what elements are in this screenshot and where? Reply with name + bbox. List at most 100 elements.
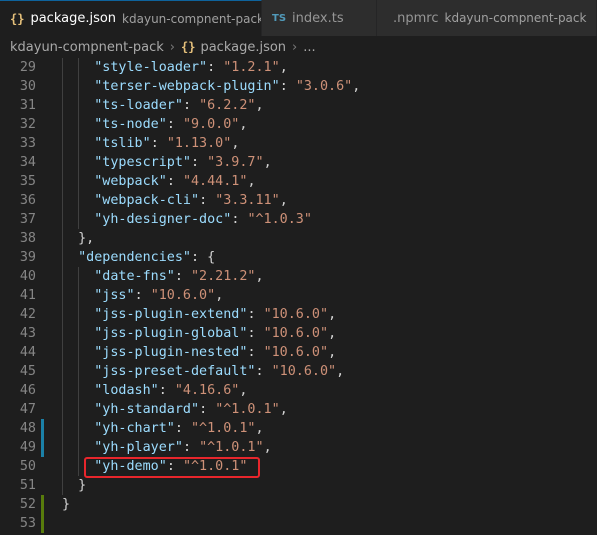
code-line[interactable]: 37 "yh-designer-doc": "^1.0.3" <box>0 210 597 229</box>
tab-npmrc[interactable]: .npmrc kdayun-compnent-pack <box>377 0 597 36</box>
code-text: "yh-standard": "^1.0.1", <box>94 402 288 417</box>
editor-tab-bar: {} package.json kdayun-compnent-pack ✕ T… <box>0 0 597 36</box>
json-punctuation: } <box>62 497 71 512</box>
code-line[interactable]: 30 "terser-webpack-plugin": "3.0.6", <box>0 77 597 96</box>
tab-label: package.json <box>30 11 117 26</box>
breadcrumb-more[interactable]: ... <box>303 40 315 55</box>
code-text: "ts-loader": "6.2.2", <box>94 98 264 113</box>
breadcrumb: kdayun-compnent-pack › {} package.json ›… <box>0 36 597 58</box>
json-value: "10.6.0" <box>150 288 216 303</box>
code-line[interactable]: 33 "tslib": "1.13.0", <box>0 134 597 153</box>
line-number: 34 <box>19 155 36 170</box>
json-punctuation: , <box>215 288 224 303</box>
tab-index-ts[interactable]: TS index.ts <box>262 0 377 36</box>
json-value: "4.16.6" <box>174 383 240 398</box>
line-number: 37 <box>19 212 36 227</box>
code-line[interactable]: 46 "lodash": "4.16.6", <box>0 381 597 400</box>
line-number: 31 <box>19 98 36 113</box>
json-value: "6.2.2" <box>199 98 256 113</box>
json-key: "ts-loader" <box>94 98 183 113</box>
tab-description: kdayun-compnent-pack <box>122 11 262 26</box>
json-punctuation: , <box>255 269 264 284</box>
code-line[interactable]: 51 } <box>0 476 597 495</box>
line-number: 38 <box>19 231 36 246</box>
json-value: "1.2.1" <box>223 60 280 75</box>
json-key: "jss-plugin-nested" <box>94 345 248 360</box>
line-number: 46 <box>19 383 36 398</box>
tab-label: index.ts <box>292 10 344 26</box>
breadcrumb-folder[interactable]: kdayun-compnent-pack <box>10 40 164 55</box>
line-number: 35 <box>19 174 36 189</box>
code-text: "jss-plugin-global": "10.6.0", <box>94 326 337 341</box>
json-punctuation: , <box>352 79 361 94</box>
json-value: "1.13.0" <box>166 136 232 151</box>
gutter-modified-marker[interactable] <box>41 438 44 457</box>
code-line[interactable]: 43 "jss-plugin-global": "10.6.0", <box>0 324 597 343</box>
json-key: "lodash" <box>94 383 159 398</box>
code-line[interactable]: 40 "date-fns": "2.21.2", <box>0 267 597 286</box>
code-line[interactable]: 39 "dependencies": { <box>0 248 597 267</box>
code-line[interactable]: 42 "jss-plugin-extend": "10.6.0", <box>0 305 597 324</box>
code-text: "lodash": "4.16.6", <box>94 383 248 398</box>
code-line[interactable]: 34 "typescript": "3.9.7", <box>0 153 597 172</box>
json-key: "webpack" <box>94 174 167 189</box>
gutter-added-marker[interactable] <box>41 514 44 533</box>
code-line[interactable]: 49 "yh-player": "^1.0.1", <box>0 438 597 457</box>
json-punctuation: }, <box>78 231 95 246</box>
code-text: "webpack-cli": "3.3.11", <box>94 193 288 208</box>
code-line[interactable]: 29 "style-loader": "1.2.1", <box>0 58 597 77</box>
json-punctuation: , <box>279 60 288 75</box>
json-key: "yh-designer-doc" <box>94 212 232 227</box>
json-punctuation: , <box>336 364 345 379</box>
code-editor[interactable]: 29 "style-loader": "1.2.1", 30 "terser-we… <box>0 58 597 535</box>
line-number: 32 <box>19 117 36 132</box>
json-punctuation: , <box>239 117 248 132</box>
code-line[interactable]: 45 "jss-preset-default": "10.6.0", <box>0 362 597 381</box>
tab-package-json[interactable]: {} package.json kdayun-compnent-pack ✕ <box>0 0 262 36</box>
json-value: "4.44.1" <box>182 174 248 189</box>
json-punctuation: , <box>279 193 288 208</box>
line-number: 40 <box>19 269 36 284</box>
line-number: 51 <box>19 478 36 493</box>
code-line[interactable]: 47 "yh-standard": "^1.0.1", <box>0 400 597 419</box>
code-text: "jss-preset-default": "10.6.0", <box>94 364 345 379</box>
code-text: "webpack": "4.44.1", <box>94 174 256 189</box>
code-line[interactable]: 53 <box>0 514 597 533</box>
gutter-added-marker[interactable] <box>41 495 44 514</box>
line-number: 30 <box>19 79 36 94</box>
json-key: "typescript" <box>94 155 191 170</box>
code-line[interactable]: 32 "ts-node": "9.0.0", <box>0 115 597 134</box>
json-value: "^1.0.3" <box>247 212 312 227</box>
code-line[interactable]: 48 "yh-chart": "^1.0.1", <box>0 419 597 438</box>
json-value: "3.0.6" <box>295 79 353 94</box>
code-line[interactable]: 35 "webpack": "4.44.1", <box>0 172 597 191</box>
gutter-modified-marker[interactable] <box>41 419 44 438</box>
code-text: "tslib": "1.13.0", <box>94 136 240 151</box>
json-value: "9.0.0" <box>182 117 240 132</box>
json-key: "webpack-cli" <box>94 193 200 208</box>
code-line[interactable]: 50 "yh-demo": "^1.0.1" <box>0 457 597 476</box>
line-number: 43 <box>19 326 36 341</box>
json-punctuation: , <box>328 307 337 322</box>
line-number: 49 <box>19 440 36 455</box>
json-punctuation: , <box>255 98 264 113</box>
json-punctuation: , <box>231 136 240 151</box>
code-line[interactable]: 41 "jss": "10.6.0", <box>0 286 597 305</box>
json-value: "10.6.0" <box>263 326 329 341</box>
code-line[interactable]: 44 "jss-plugin-nested": "10.6.0", <box>0 343 597 362</box>
breadcrumb-file[interactable]: package.json <box>200 40 286 55</box>
code-line[interactable]: 36 "webpack-cli": "3.3.11", <box>0 191 597 210</box>
json-punctuation: , <box>263 440 272 455</box>
json-punctuation: } <box>78 478 87 493</box>
json-value: "^1.0.1" <box>199 440 264 455</box>
line-number: 52 <box>19 497 36 512</box>
json-punctuation: , <box>255 421 264 436</box>
line-number: 41 <box>19 288 36 303</box>
code-line[interactable]: 52} <box>0 495 597 514</box>
line-number: 48 <box>19 421 36 436</box>
json-key: "yh-chart" <box>94 421 175 436</box>
code-line[interactable]: 31 "ts-loader": "6.2.2", <box>0 96 597 115</box>
code-line[interactable]: 38 }, <box>0 229 597 248</box>
json-value: "3.3.11" <box>215 193 280 208</box>
json-value: "10.6.0" <box>263 307 329 322</box>
